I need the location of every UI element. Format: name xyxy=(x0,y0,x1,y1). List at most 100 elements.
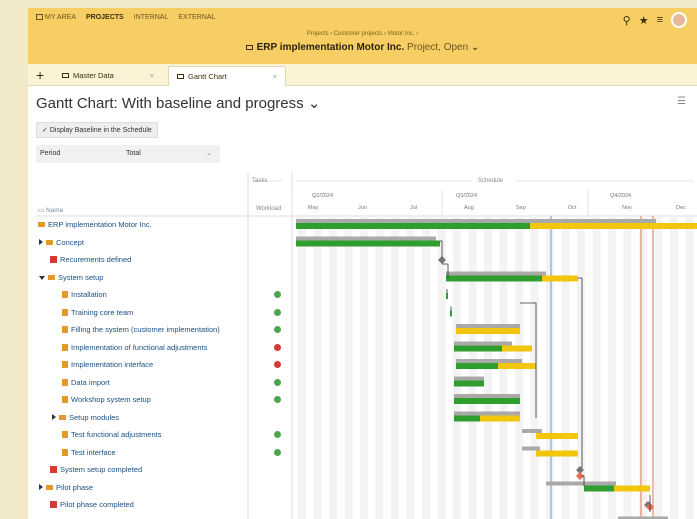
status-ok-icon xyxy=(274,326,281,333)
workload-column-header[interactable]: Workload xyxy=(256,206,281,212)
expand-icon[interactable] xyxy=(39,238,43,245)
table-row[interactable]: Installation xyxy=(36,286,697,304)
task-name[interactable]: Concept xyxy=(39,234,84,252)
milestone-icon xyxy=(50,256,57,263)
task-name[interactable]: Test interface xyxy=(62,444,116,462)
star-icon[interactable]: ★ xyxy=(639,14,649,27)
task-name[interactable]: System setup completed xyxy=(50,461,142,479)
nav-projects[interactable]: PROJECTS xyxy=(86,14,124,21)
nav-internal[interactable]: INTERNAL xyxy=(134,14,169,21)
tab-gantt-chart[interactable]: Gantt Chart × xyxy=(168,66,286,86)
task-icon xyxy=(62,361,68,368)
task-name[interactable]: Setup modules xyxy=(52,409,119,427)
table-row[interactable]: Workshop system setup xyxy=(36,391,697,409)
task-name[interactable]: Implementation of functional adjustments xyxy=(62,339,207,357)
home-icon xyxy=(36,14,43,20)
table-row[interactable]: System setup xyxy=(36,269,697,287)
menu-icon[interactable]: ≡ xyxy=(657,14,663,26)
month-label: Oct xyxy=(568,205,577,211)
app-window: MY AREA PROJECTS INTERNAL EXTERNAL Proje… xyxy=(28,8,697,519)
table-row[interactable]: Test interface xyxy=(36,444,697,462)
month-label: Jul xyxy=(410,205,417,211)
period-label: Period xyxy=(40,150,61,157)
table-row[interactable]: Implementation interface xyxy=(36,356,697,374)
task-icon xyxy=(62,308,68,316)
settings-icon[interactable]: ☰ xyxy=(677,96,687,107)
task-icon xyxy=(62,378,68,386)
expand-icon[interactable] xyxy=(52,413,56,420)
table-row[interactable]: Rollout xyxy=(36,514,697,519)
project-state: Project, Open xyxy=(404,42,469,53)
folder-icon xyxy=(245,45,253,50)
search-icon[interactable]: ⚲ xyxy=(623,14,631,27)
folder-icon xyxy=(62,73,69,78)
chevron-down-icon: ⌄ xyxy=(206,150,212,157)
task-name[interactable]: Installation xyxy=(62,286,107,304)
quarter-label: Q4/2024 xyxy=(610,193,631,199)
month-label: Sep xyxy=(516,205,526,211)
month-label: Jun xyxy=(358,205,367,211)
milestone-icon xyxy=(50,466,57,473)
table-row[interactable]: Pilot phase xyxy=(36,479,697,497)
task-name[interactable]: ERP implementation Motor Inc. xyxy=(38,216,152,234)
schedule-group-header: Schedule xyxy=(478,178,504,184)
task-name[interactable]: Recurements defined xyxy=(50,251,131,269)
name-column-header[interactable]: ▭ Name xyxy=(38,206,63,214)
folder-icon xyxy=(48,274,55,280)
chevron-down-icon[interactable]: ⌄ xyxy=(308,95,321,112)
folder-icon xyxy=(46,239,53,245)
table-row[interactable]: Training core team xyxy=(36,304,697,322)
task-icon xyxy=(62,343,68,351)
close-icon[interactable]: × xyxy=(273,67,277,87)
table-row[interactable]: Data import xyxy=(36,374,697,392)
check-icon: ✓ xyxy=(42,127,48,134)
task-name[interactable]: System setup xyxy=(39,269,103,287)
table-row[interactable]: Concept xyxy=(36,234,697,252)
period-value: Total xyxy=(126,150,141,157)
top-icons: ⚲ ★ ≡ xyxy=(623,12,687,28)
tab-bar: + Master Data × Gantt Chart × xyxy=(28,64,697,86)
task-name[interactable]: Pilot phase xyxy=(39,479,93,497)
display-baseline-button[interactable]: ✓ Display Baseline in the Schedule xyxy=(36,122,158,138)
nav-external[interactable]: EXTERNAL xyxy=(178,14,215,21)
table-row[interactable]: System setup completed xyxy=(36,461,697,479)
task-name[interactable]: Data import xyxy=(62,374,110,392)
status-ok-icon xyxy=(274,378,281,386)
table-row[interactable]: ERP implementation Motor Inc. xyxy=(36,216,697,234)
table-row[interactable]: Filling the system (customer implementat… xyxy=(36,321,697,339)
table-row[interactable]: Setup modules xyxy=(36,409,697,427)
breadcrumb[interactable]: Projects › Customer projects › Motor Inc… xyxy=(28,31,697,37)
task-name[interactable]: Pilot phase completed xyxy=(50,496,134,514)
task-name[interactable]: Rollout xyxy=(39,514,79,519)
task-name[interactable]: Implementation interface xyxy=(62,356,153,374)
gantt-icon xyxy=(177,74,184,79)
project-selector[interactable]: ERP implementation Motor Inc. Project, O… xyxy=(28,42,697,53)
add-tab-button[interactable]: + xyxy=(36,67,44,83)
quarter-label: Q3/2024 xyxy=(456,193,477,199)
task-name[interactable]: Test functional adjustments xyxy=(62,426,161,444)
tab-master-data[interactable]: Master Data × xyxy=(54,66,162,86)
collapse-icon[interactable] xyxy=(39,275,45,280)
table-row[interactable]: Pilot phase completed xyxy=(36,496,697,514)
status-ok-icon xyxy=(274,431,281,438)
expand-icon[interactable] xyxy=(39,483,43,490)
task-name[interactable]: Workshop system setup xyxy=(62,391,151,409)
task-name[interactable]: Filling the system (customer implementat… xyxy=(62,321,220,339)
milestone-icon xyxy=(50,501,57,508)
nav-my-area[interactable]: MY AREA xyxy=(36,14,76,21)
table-row[interactable]: Recurements defined xyxy=(36,251,697,269)
status-warning-icon xyxy=(274,361,281,368)
table-row[interactable]: Test functional adjustments xyxy=(36,426,697,444)
folder-icon xyxy=(46,484,53,490)
close-icon[interactable]: × xyxy=(150,66,154,86)
avatar[interactable] xyxy=(671,12,687,28)
task-icon xyxy=(62,326,68,333)
task-icon xyxy=(62,291,68,298)
folder-icon xyxy=(38,222,45,227)
project-title: ERP implementation Motor Inc. xyxy=(256,42,405,53)
month-label: Nov xyxy=(622,205,632,211)
task-name[interactable]: Training core team xyxy=(62,304,133,322)
table-row[interactable]: Implementation of functional adjustments xyxy=(36,339,697,357)
folder-icon xyxy=(59,414,66,420)
period-select[interactable]: Period Total ⌄ xyxy=(36,145,220,163)
